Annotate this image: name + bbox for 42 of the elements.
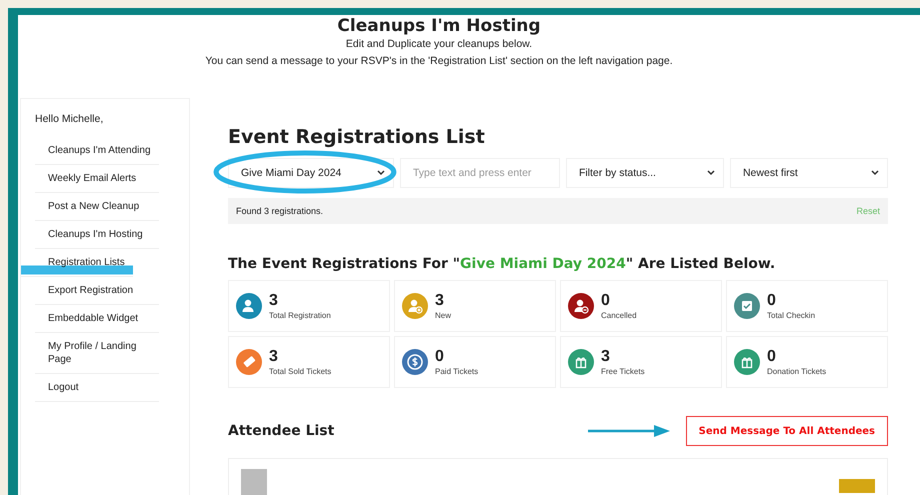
send-message-button[interactable]: Send Message To All Attendees [686,416,888,446]
chevron-icon [706,170,715,176]
dropdown-field[interactable]: Newest first [730,158,888,188]
stat-value: 3 [601,348,611,365]
chevron-icon [871,170,879,176]
stat-label: Cancelled [601,311,637,320]
result-count: Found 3 registrations. [236,206,324,216]
stat-value: 0 [767,348,777,365]
sidebar-item[interactable]: My Profile / Landing Page [35,333,159,374]
sidebar-item[interactable]: Post a New Cleanup [35,193,159,221]
dropdown-field[interactable]: Give Miami Day 2024 [228,158,394,188]
stat-label: Total Sold Tickets [269,367,332,376]
sidebar-item[interactable]: Export Registration [35,277,159,305]
stat-value: 3 [269,348,279,365]
attendee-heading: Attendee List [228,423,336,439]
stat-value: 3 [435,292,445,309]
status-badge [839,479,875,493]
stat-value: 0 [601,292,611,309]
stat-label: Total Checkin [767,311,816,320]
sidebar-item[interactable]: Logout [35,374,159,402]
avatar-icon [241,469,267,495]
sidebar-item[interactable]: Embeddable Widget [35,305,159,333]
stat-value: 3 [269,292,279,309]
stat-label: Donation Tickets [767,367,826,376]
stat-label: Total Registration [269,311,331,320]
page-subtitle: Edit and Duplicate your cleanups below. [344,37,534,52]
greeting-text: Hello Michelle, [35,113,104,125]
page-title: Cleanups I'm Hosting [336,16,542,36]
chevron-icon [376,170,385,176]
dropdown-field[interactable]: Filter by status... [566,158,724,188]
stat-label: Free Tickets [601,367,645,376]
page-subtitle: You can send a message to your RSVP's in the 'Registration List' section on the left navigation page. [204,54,674,69]
search-field[interactable]: Type text and press enter [400,158,560,188]
stat-label: New [435,311,452,320]
stat-value: 0 [767,292,777,309]
sidebar-item[interactable]: Weekly Email Alerts [35,165,159,193]
stat-value: 0 [435,348,445,365]
sidebar-item[interactable]: Cleanups I'm Attending [35,137,159,165]
section-heading: Event Registrations List [228,126,486,148]
stat-label: Paid Tickets [435,367,478,376]
sidebar-item[interactable]: Cleanups I'm Hosting [35,221,159,249]
summary-heading: The Event Registrations For "Give Miami Day 2024" Are Listed Below. [228,256,776,272]
